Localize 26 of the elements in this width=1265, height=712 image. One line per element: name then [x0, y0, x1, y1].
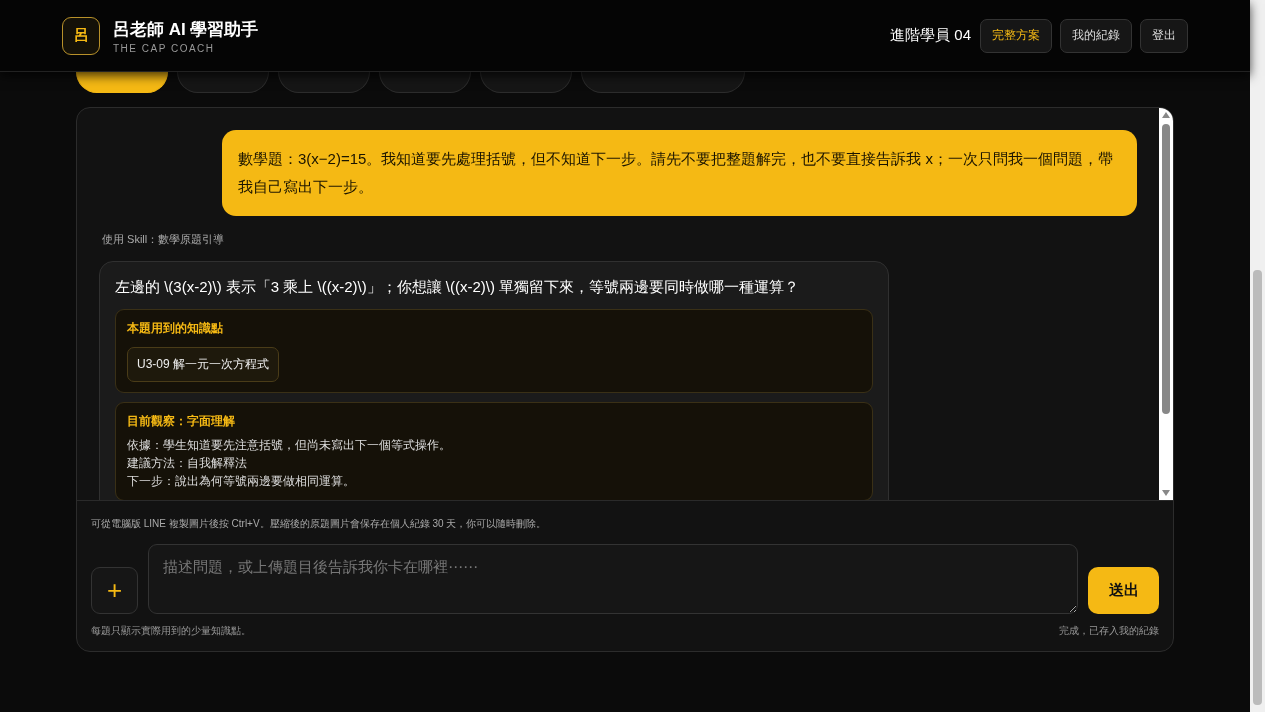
observation-line: 建議方法：自我解釋法 — [127, 455, 248, 472]
skill-note: 使用 Skill：數學原題引導 — [102, 232, 226, 247]
header-button[interactable]: 登出 — [1140, 18, 1188, 53]
app-subtitle: THE CAP COACH — [113, 42, 216, 54]
paste-hint: 可從電腦版 LINE 複製圖片後按 Ctrl+V。壓縮後的原題圖片會保存在個人紀錄 30 天，你可以隨時刪除。 — [91, 517, 548, 531]
logo-icon: 呂 — [62, 16, 100, 55]
app-title: 呂老師 AI 學習助手 — [113, 18, 259, 41]
box-title: 本題用到的知識點 — [127, 320, 224, 337]
observation-line: 依據：學生知道要先注意括號，但尚未寫出下一個等式操作。 — [127, 437, 452, 454]
user-name: 進階學員 04 — [890, 26, 971, 45]
message-field[interactable]: 描述問題，或上傳題目後告訴我你卡在哪裡⋯⋯ — [148, 544, 1078, 614]
scroll-down-icon[interactable] — [1162, 490, 1170, 496]
scroll-up-icon[interactable] — [1162, 112, 1170, 118]
status-text: 完成，已存入我的紀錄 — [1059, 624, 1159, 638]
box-title: 目前觀察：字面理解 — [127, 413, 236, 430]
observation-line: 下一步：說出為何等號兩邊要做相同運算。 — [127, 473, 356, 490]
user-message: 數學題：3(x−2)=15。我知道要先處理括號，但不知道下一步。請先不要把整題解完，也不要直接告訴我 x；一次只問我一個問題，帶我自己寫出下一步。 — [222, 130, 1137, 216]
page-scrollbar[interactable] — [1250, 0, 1265, 712]
reply-question: 左邊的 \(3(x-2)\) 表示「3 乘上 \((x-2)\)」；你想讓 \((x-2)\) 單獨留下來，等號兩邊要同時做哪一種運算？ — [115, 278, 801, 297]
send-button[interactable]: 送出 — [1088, 567, 1159, 614]
footer-note: 每題只顯示實際用到的少量知識點。 — [91, 624, 251, 638]
knowledge-tag: U3-09 解一元一次方程式 — [127, 347, 280, 382]
header-button[interactable]: 我的紀錄 — [1060, 18, 1132, 53]
attach-button[interactable]: + — [91, 567, 138, 614]
scrollbar[interactable] — [1159, 108, 1173, 500]
header-button[interactable]: 完整方案 — [980, 18, 1052, 53]
